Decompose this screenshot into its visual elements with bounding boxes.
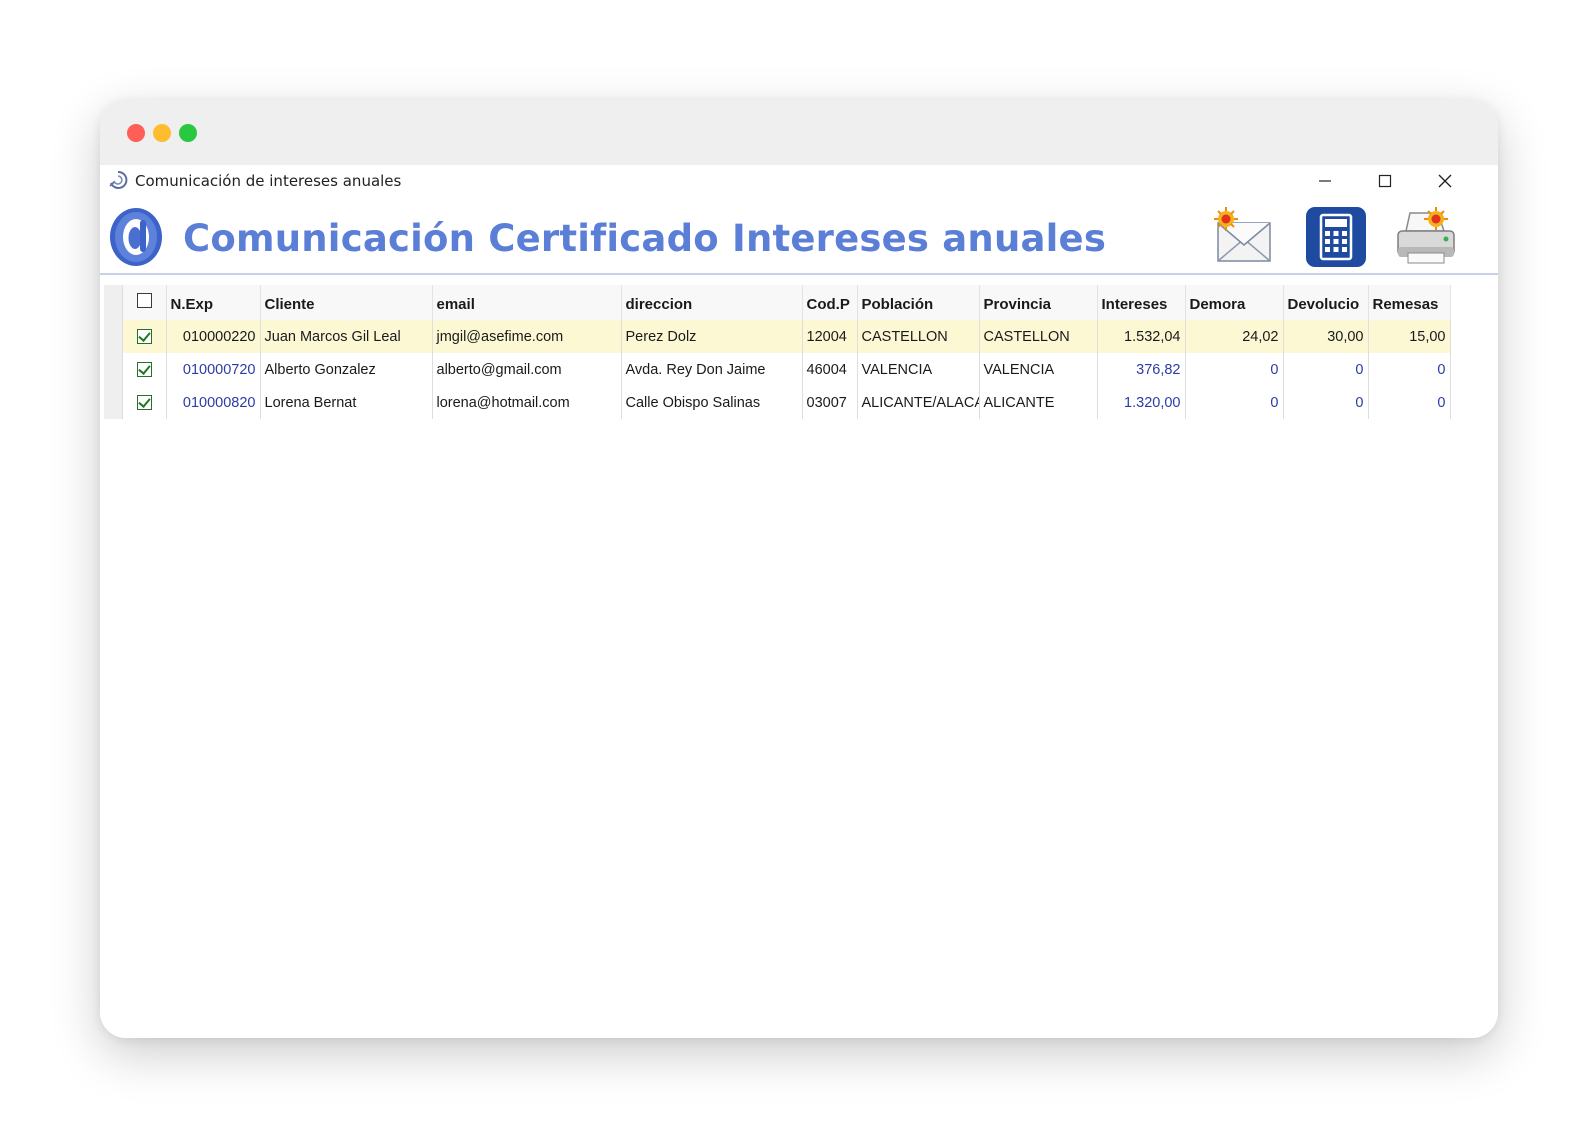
printer-icon[interactable] [1394,205,1458,269]
cell-provincia[interactable]: VALENCIA [979,353,1098,386]
cell-intereses[interactable]: 1.320,00 [1097,386,1186,419]
cell-poblacion[interactable]: CASTELLON [857,320,980,353]
cell-nexp[interactable]: 010000220 [166,320,261,353]
row-indicator-header [104,285,123,320]
table-row[interactable]: 010000220 Juan Marcos Gil Leal jmgil@ase… [104,320,1451,353]
cell-nexp[interactable]: 010000720 [166,353,261,386]
cell-remesas[interactable]: 0 [1368,353,1451,386]
company-logo-icon [110,208,162,266]
cell-devolucion[interactable]: 30,00 [1283,320,1369,353]
column-header-demora[interactable]: Demora [1185,285,1284,320]
cell-intereses[interactable]: 376,82 [1097,353,1186,386]
cell-demora[interactable]: 0 [1185,353,1284,386]
envelope-send-icon[interactable] [1212,205,1276,269]
cell-codp[interactable]: 46004 [802,353,858,386]
minimize-button[interactable] [1302,165,1348,197]
close-traffic-light-button[interactable] [127,124,145,142]
maximize-button[interactable] [1362,165,1408,197]
app-swirl-icon [109,170,128,189]
column-header-poblacion[interactable]: Población [857,285,980,320]
interest-table: N.Exp Cliente email direccion Cod.P Pobl… [104,285,1451,419]
table-header-row: N.Exp Cliente email direccion Cod.P Pobl… [104,285,1451,320]
column-header-codp[interactable]: Cod.P [802,285,858,320]
minimize-icon [1319,180,1331,182]
cell-devolucion[interactable]: 0 [1283,353,1369,386]
cell-email[interactable]: alberto@gmail.com [432,353,622,386]
cell-email[interactable]: jmgil@asefime.com [432,320,622,353]
table-row[interactable]: 010000820 Lorena Bernat lorena@hotmail.c… [104,386,1451,419]
row-checkbox[interactable] [136,362,152,378]
select-all-header [122,285,167,320]
calculator-icon[interactable] [1304,205,1368,269]
cell-demora[interactable]: 24,02 [1185,320,1284,353]
results-grid: N.Exp Cliente email direccion Cod.P Pobl… [104,285,1451,419]
row-indicator [104,386,123,419]
cell-direccion[interactable]: Avda. Rey Don Jaime [621,353,803,386]
close-icon [1438,174,1452,188]
close-button[interactable] [1422,165,1468,197]
cell-remesas[interactable]: 15,00 [1368,320,1451,353]
maximize-icon [1378,174,1392,188]
row-checkbox[interactable] [136,395,152,411]
window-title-bar: Comunicación de intereses anuales [100,165,1498,197]
cell-cliente[interactable]: Juan Marcos Gil Leal [260,320,433,353]
row-indicator [104,320,123,353]
column-header-provincia[interactable]: Provincia [979,285,1098,320]
row-checkbox[interactable] [136,329,152,345]
column-header-devolucion[interactable]: Devolucio [1283,285,1369,320]
cell-provincia[interactable]: CASTELLON [979,320,1098,353]
cell-poblacion[interactable]: ALICANTE/ALACA [857,386,980,419]
select-all-checkbox[interactable] [136,292,152,308]
app-window: Comunicación de intereses anuales Comuni… [100,165,1498,1038]
row-select-cell [122,353,167,386]
mac-title-bar [100,100,1498,165]
zoom-traffic-light-button[interactable] [179,124,197,142]
column-header-direccion[interactable]: direccion [621,285,803,320]
cell-remesas[interactable]: 0 [1368,386,1451,419]
row-indicator [104,353,123,386]
window-frame: Comunicación de intereses anuales Comuni… [100,100,1498,1038]
minimize-traffic-light-button[interactable] [153,124,171,142]
cell-provincia[interactable]: ALICANTE [979,386,1098,419]
table-row[interactable]: 010000720 Alberto Gonzalez alberto@gmail… [104,353,1451,386]
cell-poblacion[interactable]: VALENCIA [857,353,980,386]
row-select-cell [122,320,167,353]
column-header-nexp[interactable]: N.Exp [166,285,261,320]
cell-direccion[interactable]: Calle Obispo Salinas [621,386,803,419]
cell-email[interactable]: lorena@hotmail.com [432,386,622,419]
cell-direccion[interactable]: Perez Dolz [621,320,803,353]
cell-nexp[interactable]: 010000820 [166,386,261,419]
window-title: Comunicación de intereses anuales [135,172,402,190]
cell-cliente[interactable]: Lorena Bernat [260,386,433,419]
cell-codp[interactable]: 03007 [802,386,858,419]
cell-demora[interactable]: 0 [1185,386,1284,419]
page-title: Comunicación Certificado Intereses anual… [183,217,1107,260]
column-header-remesas[interactable]: Remesas [1368,285,1451,320]
cell-codp[interactable]: 12004 [802,320,858,353]
form-header: Comunicación Certificado Intereses anual… [100,201,1498,275]
column-header-cliente[interactable]: Cliente [260,285,433,320]
column-header-email[interactable]: email [432,285,622,320]
cell-intereses[interactable]: 1.532,04 [1097,320,1186,353]
cell-devolucion[interactable]: 0 [1283,386,1369,419]
row-select-cell [122,386,167,419]
cell-cliente[interactable]: Alberto Gonzalez [260,353,433,386]
column-header-intereses[interactable]: Intereses [1097,285,1186,320]
